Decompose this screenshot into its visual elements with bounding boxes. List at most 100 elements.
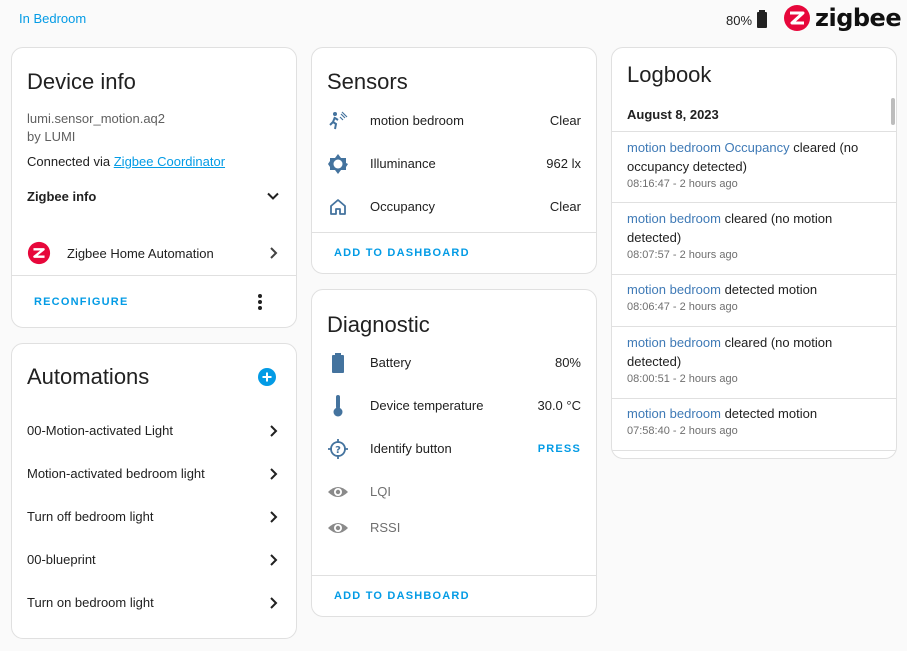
sensors-add-to-dashboard-button[interactable]: ADD TO DASHBOARD (334, 247, 470, 259)
log-entity-link[interactable]: motion bedroom (627, 406, 721, 421)
identify-icon: ? (327, 438, 349, 460)
log-entry: motion bedroom Occupancy cleared (no occ… (612, 138, 896, 192)
connected-via-label: Connected via (27, 154, 114, 169)
automations-card: Automations 00-Motion-activated Light Mo… (11, 343, 297, 639)
log-entry: motion bedroom cleared (no motion detect… (612, 333, 896, 387)
logbook-title: Logbook (627, 62, 712, 87)
chevron-right-icon (265, 466, 281, 482)
integration-label: Zigbee Home Automation (67, 245, 214, 261)
sensors-card: Sensors motion bedroom Clear Illuminance… (311, 47, 597, 274)
sensor-row-occupancy[interactable]: Occupancy Clear (312, 185, 596, 228)
sensor-value: Clear (549, 113, 581, 128)
eye-icon (327, 517, 349, 539)
zigbee-logo-text: zigbee (815, 4, 902, 32)
chevron-right-icon (265, 245, 281, 261)
automation-item[interactable]: Turn off bedroom light (12, 495, 296, 538)
battery-icon (327, 352, 349, 374)
more-options-icon[interactable] (254, 293, 266, 311)
device-model: lumi.sensor_motion.aq2 (27, 111, 166, 126)
automation-label: 00-Motion-activated Light (27, 423, 173, 438)
eye-icon (327, 481, 349, 503)
log-entity-link[interactable]: motion bedroom (627, 282, 721, 297)
automation-label: Turn on bedroom light (27, 595, 154, 610)
diagnostic-title: Diagnostic (327, 312, 430, 337)
log-entity-link[interactable]: motion bedroom Occupancy (627, 140, 790, 155)
add-automation-icon[interactable] (258, 368, 276, 386)
log-timestamp: 07:58:40 - 2 hours ago (627, 425, 738, 437)
log-entry: motion bedroom detected motion 08:06:47 … (612, 280, 896, 315)
chevron-right-icon (265, 552, 281, 568)
log-timestamp: 08:07:57 - 2 hours ago (627, 249, 738, 261)
thermometer-icon (327, 394, 349, 417)
diagnostic-row-battery[interactable]: Battery 80% (312, 341, 596, 384)
integration-item[interactable]: Zigbee Home Automation (27, 238, 281, 268)
log-separator (612, 274, 896, 275)
battery-icon (756, 10, 768, 31)
sensor-row-illuminance[interactable]: Illuminance 962 lx (312, 142, 596, 185)
zigbee-coordinator-link[interactable]: Zigbee Coordinator (114, 154, 225, 169)
area-link[interactable]: In Bedroom (19, 11, 86, 26)
logbook-divider (612, 131, 896, 132)
automation-item[interactable]: 00-blueprint (12, 538, 296, 581)
automation-item[interactable]: Motion-activated bedroom light (12, 452, 296, 495)
diagnostic-label: RSSI (370, 520, 401, 535)
home-outline-icon (327, 196, 349, 218)
device-info-divider (12, 275, 296, 276)
diagnostic-label: Device temperature (370, 398, 484, 413)
brightness-icon (327, 153, 349, 175)
zigbee-info-toggle[interactable]: Zigbee info (27, 183, 281, 209)
log-separator (612, 202, 896, 203)
sensor-label: motion bedroom (370, 113, 464, 128)
sensor-value: Clear (549, 199, 581, 214)
automation-label: Motion-activated bedroom light (27, 466, 205, 481)
diagnostic-label: Identify button (370, 441, 452, 456)
log-message: detected motion (720, 406, 818, 421)
chevron-right-icon (265, 423, 281, 439)
automation-item[interactable]: 00-Motion-activated Light (12, 409, 296, 452)
sensor-label: Occupancy (370, 199, 436, 214)
zigbee-logo-mark (784, 5, 810, 31)
automation-item[interactable]: Turn on bedroom light (12, 581, 296, 624)
log-entry: motion bedroom detected motion 07:58:40 … (612, 404, 896, 439)
device-manufacturer: by LUMI (27, 129, 76, 144)
automation-label: Turn off bedroom light (27, 509, 154, 524)
diagnostic-label: LQI (370, 484, 391, 499)
diagnostic-card: Diagnostic Battery 80% Device temperatur… (311, 289, 597, 617)
reconfigure-button[interactable]: RECONFIGURE (34, 296, 128, 308)
connected-via: Connected via Zigbee Coordinator (27, 154, 225, 169)
zigbee-info-label: Zigbee info (27, 188, 97, 204)
identify-press-button[interactable]: PRESS (538, 443, 581, 455)
device-info-card: Device info lumi.sensor_motion.aq2 by LU… (11, 47, 297, 328)
svg-text:?: ? (335, 445, 341, 456)
automation-label: 00-blueprint (27, 552, 96, 567)
log-separator (612, 326, 896, 327)
logbook-card: Logbook August 8, 2023 motion bedroom Oc… (611, 47, 897, 459)
log-entity-link[interactable]: motion bedroom (627, 335, 721, 350)
log-entry: motion bedroom cleared (no motion detect… (612, 209, 896, 263)
chevron-down-icon (265, 188, 281, 204)
log-separator (612, 450, 896, 451)
zigbee-logo: zigbee (784, 4, 902, 32)
diagnostic-label: Battery (370, 355, 412, 370)
sensor-value: 962 lx (546, 156, 581, 171)
diagnostic-row-identify: ? Identify button PRESS (312, 427, 596, 470)
device-info-title: Device info (27, 69, 136, 94)
sensor-row-motion[interactable]: motion bedroom Clear (312, 99, 596, 142)
diagnostic-add-to-dashboard-button[interactable]: ADD TO DASHBOARD (334, 590, 470, 602)
sensor-label: Illuminance (370, 156, 436, 171)
diagnostic-divider (312, 575, 596, 576)
log-timestamp: 08:16:47 - 2 hours ago (627, 178, 738, 190)
diagnostic-row-temperature[interactable]: Device temperature 30.0 °C (312, 384, 596, 427)
diagnostic-row-rssi[interactable]: RSSI (312, 506, 596, 549)
log-timestamp: 08:00:51 - 2 hours ago (627, 373, 738, 385)
log-separator (612, 398, 896, 399)
chevron-right-icon (265, 595, 281, 611)
sensors-title: Sensors (327, 69, 408, 94)
top-bar: In Bedroom 80% zigbee (0, 0, 907, 40)
battery-percent: 80% (726, 13, 753, 28)
automations-title: Automations (27, 364, 150, 389)
zigbee-integration-icon (27, 241, 51, 265)
logbook-scrollbar[interactable] (891, 98, 895, 125)
log-entity-link[interactable]: motion bedroom (627, 211, 721, 226)
log-message: detected motion (720, 282, 818, 297)
